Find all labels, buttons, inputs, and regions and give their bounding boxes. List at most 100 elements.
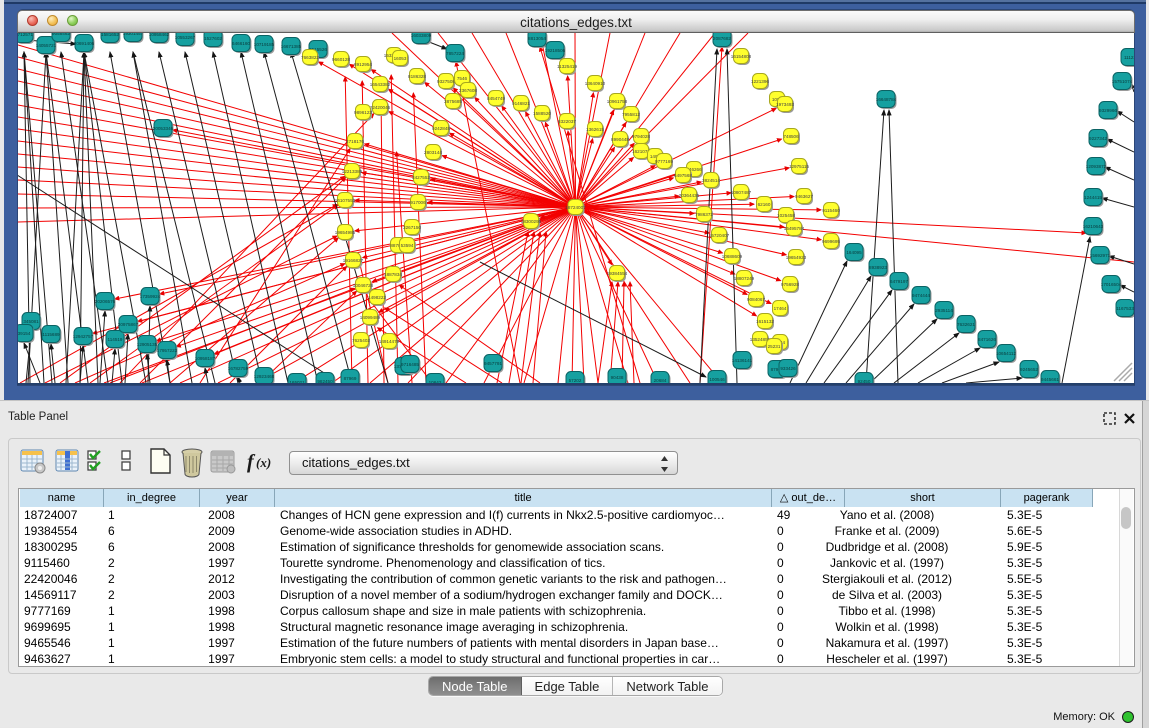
svg-text:20364436: 20364436 xyxy=(679,193,700,198)
svg-text:7986372: 7986372 xyxy=(695,212,713,217)
svg-text:114519: 114519 xyxy=(108,337,123,342)
svg-text:10553267: 10553267 xyxy=(175,35,196,40)
svg-text:100546: 100546 xyxy=(709,377,725,382)
svg-text:20206576: 20206576 xyxy=(95,299,116,304)
svg-text:9463627: 9463627 xyxy=(795,194,813,199)
svg-text:62160: 62160 xyxy=(758,202,771,207)
svg-text:12093872: 12093872 xyxy=(1086,164,1107,169)
svg-text:15751074: 15751074 xyxy=(1112,79,1133,84)
svg-text:17359924: 17359924 xyxy=(140,294,161,299)
svg-text:19166827: 19166827 xyxy=(343,258,364,263)
svg-text:165021: 165021 xyxy=(289,380,305,383)
svg-text:10961758: 10961758 xyxy=(607,99,628,104)
svg-text:9058462: 9058462 xyxy=(52,33,70,36)
svg-text:2803144: 2803144 xyxy=(424,150,442,155)
svg-text:7632621: 7632621 xyxy=(957,322,975,327)
svg-text:14136141: 14136141 xyxy=(732,358,753,363)
svg-text:53594: 53594 xyxy=(401,243,414,248)
svg-text:8813054: 8813054 xyxy=(528,36,546,41)
svg-text:9660128: 9660128 xyxy=(332,57,350,62)
svg-text:15720407: 15720407 xyxy=(709,233,730,238)
svg-text:917006: 917006 xyxy=(410,200,426,205)
svg-text:18724007: 18724007 xyxy=(565,205,586,210)
svg-text:1115689: 1115689 xyxy=(42,332,60,337)
svg-text:6466160: 6466160 xyxy=(232,41,250,46)
svg-text:87969: 87969 xyxy=(344,376,357,381)
svg-text:10807487: 10807487 xyxy=(731,190,752,195)
svg-text:9445661: 9445661 xyxy=(1041,377,1059,382)
svg-text:9474444: 9474444 xyxy=(912,293,930,298)
svg-text:18807249: 18807249 xyxy=(734,276,755,281)
svg-text:19301457: 19301457 xyxy=(123,33,144,36)
svg-text:11123: 11123 xyxy=(1124,55,1134,60)
svg-text:164095: 164095 xyxy=(846,250,862,255)
svg-text:16154808: 16154808 xyxy=(731,54,752,59)
svg-text:8471626: 8471626 xyxy=(978,337,996,342)
svg-text:9896123: 9896123 xyxy=(354,110,372,115)
svg-text:7546: 7546 xyxy=(457,76,468,81)
svg-text:9146821: 9146821 xyxy=(512,101,530,106)
svg-text:1615132: 1615132 xyxy=(756,319,774,324)
svg-text:30975867: 30975867 xyxy=(118,322,139,327)
svg-text:16648784: 16648784 xyxy=(876,97,897,102)
svg-text:8322037: 8322037 xyxy=(558,119,576,124)
svg-text:17016504: 17016504 xyxy=(1101,282,1122,287)
svg-text:14099489: 14099489 xyxy=(360,315,381,320)
svg-text:15495784: 15495784 xyxy=(784,226,805,231)
svg-text:11325419: 11325419 xyxy=(557,64,578,69)
svg-text:22420046: 22420046 xyxy=(370,105,391,110)
svg-text:10046728: 10046728 xyxy=(353,283,374,288)
svg-text:1887834: 1887834 xyxy=(384,272,402,277)
svg-text:12975115: 12975115 xyxy=(789,164,810,169)
svg-text:1498222: 1498222 xyxy=(368,295,386,300)
svg-text:17464: 17464 xyxy=(774,306,787,311)
svg-text:1244415: 1244415 xyxy=(1084,195,1102,200)
svg-text:10958187: 10958187 xyxy=(195,356,216,361)
svg-text:8186328: 8186328 xyxy=(408,74,426,79)
svg-text:2935114: 2935114 xyxy=(935,308,953,313)
svg-text:9227342: 9227342 xyxy=(1089,136,1107,141)
svg-text:982450: 982450 xyxy=(317,379,333,383)
svg-text:1973493: 1973493 xyxy=(776,102,794,107)
svg-text:9329966: 9329966 xyxy=(1099,108,1117,113)
svg-text:3267150: 3267150 xyxy=(403,225,421,230)
svg-text:13640910: 13640910 xyxy=(585,81,606,86)
svg-text:16033809: 16033809 xyxy=(411,33,432,38)
svg-text:12905135: 12905135 xyxy=(137,342,158,347)
svg-text:10688609: 10688609 xyxy=(722,254,743,259)
svg-text:1025458: 1025458 xyxy=(777,213,795,218)
svg-text:19654923: 19654923 xyxy=(786,255,807,260)
svg-text:9457791: 9457791 xyxy=(484,361,502,366)
svg-text:1167533: 1167533 xyxy=(1116,306,1134,311)
svg-text:1527602: 1527602 xyxy=(204,36,222,41)
svg-text:20053346: 20053346 xyxy=(153,126,174,131)
svg-text:8912954: 8912954 xyxy=(354,62,372,67)
svg-text:12942757: 12942757 xyxy=(73,334,94,339)
svg-text:16671385: 16671385 xyxy=(281,44,302,49)
svg-text:92450: 92450 xyxy=(858,379,871,383)
svg-text:90438: 90438 xyxy=(611,375,624,380)
svg-text:1581652: 1581652 xyxy=(101,33,119,37)
svg-text:6479197: 6479197 xyxy=(890,279,908,284)
svg-text:3824514: 3824514 xyxy=(702,178,720,183)
svg-text:18300295: 18300295 xyxy=(521,219,542,224)
svg-text:7663822: 7663822 xyxy=(301,55,319,60)
svg-text:16053: 16053 xyxy=(394,56,407,61)
svg-text:1712571: 1712571 xyxy=(18,33,33,37)
svg-text:10958462: 10958462 xyxy=(149,33,170,37)
svg-text:1588520: 1588520 xyxy=(533,111,551,116)
svg-text:7857224: 7857224 xyxy=(446,51,464,56)
svg-text:10654112: 10654112 xyxy=(996,351,1017,356)
svg-text:8454749: 8454749 xyxy=(487,96,505,101)
svg-text:7625402: 7625402 xyxy=(352,338,370,343)
svg-text:7955812: 7955812 xyxy=(622,112,640,117)
svg-text:9327508: 9327508 xyxy=(437,79,455,84)
svg-text:9794028: 9794028 xyxy=(632,134,650,139)
svg-text:748506: 748506 xyxy=(783,134,799,139)
svg-text:9245652: 9245652 xyxy=(1020,367,1038,372)
svg-text:14055721: 14055721 xyxy=(36,43,57,48)
svg-text:345081: 345081 xyxy=(23,319,39,324)
svg-text:2718176: 2718176 xyxy=(346,139,364,144)
svg-text:(x): (x) xyxy=(256,455,271,470)
svg-text:25231: 25231 xyxy=(768,344,781,349)
